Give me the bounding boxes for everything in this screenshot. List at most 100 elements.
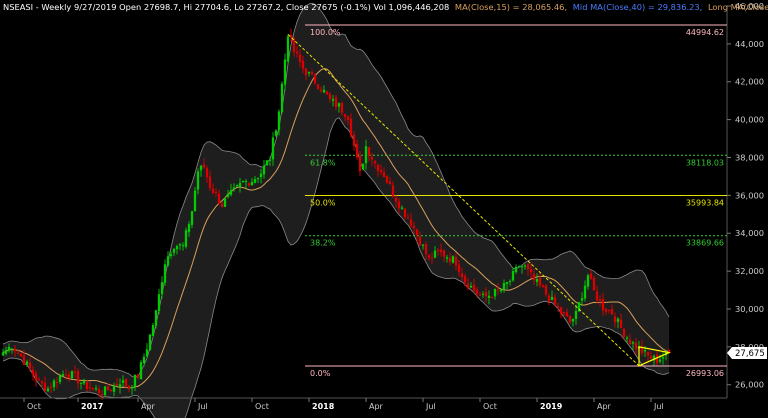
candle-body	[301, 60, 305, 69]
candle-body	[538, 278, 542, 286]
x-tick-label: Oct	[27, 402, 41, 411]
y-tick-label: 44,000	[735, 39, 764, 49]
candle-body	[136, 374, 140, 378]
candle-body	[256, 177, 260, 180]
x-tick-label: 2019	[540, 402, 563, 411]
candle-body	[517, 266, 521, 268]
x-tick-label: Apr	[597, 402, 612, 411]
candle	[103, 385, 107, 396]
candle-body	[220, 203, 224, 208]
candle-body	[562, 312, 566, 314]
candle-body	[397, 201, 401, 209]
candle-body	[619, 319, 623, 328]
candle-body	[466, 283, 470, 289]
candle-body	[523, 265, 527, 267]
candle-body	[76, 371, 80, 384]
candle-body	[310, 72, 314, 75]
candle-body	[307, 72, 311, 74]
candle-body	[184, 230, 188, 247]
candle-body	[460, 273, 464, 278]
candle-body	[457, 264, 461, 273]
candle-body	[346, 116, 350, 120]
candle-body	[376, 164, 380, 172]
candle	[193, 187, 197, 212]
candle-body	[88, 387, 92, 389]
y-tick-label: 36,000	[735, 190, 764, 200]
candle-body	[316, 84, 320, 89]
header-symbol-info: NSEASI - Weekly 9/27/2019 Open 27698.7, …	[3, 2, 449, 12]
candle-body	[601, 299, 605, 311]
candle-body	[628, 339, 632, 345]
candle-body	[421, 244, 425, 246]
candle-body	[514, 266, 518, 273]
candle-body	[97, 389, 101, 394]
candle-body	[127, 385, 131, 389]
candle	[280, 81, 284, 114]
candle-body	[25, 361, 29, 365]
candle-body	[589, 273, 593, 279]
candle-body	[157, 294, 161, 312]
candle-body	[61, 374, 65, 376]
candle-body	[598, 299, 602, 301]
candle-body	[358, 155, 362, 172]
candle-body	[520, 266, 524, 268]
candle-body	[643, 349, 647, 352]
candle-body	[439, 249, 443, 253]
candle-body	[505, 282, 509, 284]
candle-body	[199, 165, 203, 171]
candle-body	[262, 165, 266, 175]
candle-body	[355, 144, 359, 158]
candle-body	[304, 68, 308, 76]
candle-body	[436, 249, 440, 251]
candle-body	[448, 257, 452, 262]
candle-body	[445, 257, 449, 259]
candle-body	[526, 264, 530, 270]
candle-body	[655, 354, 659, 364]
candle-body	[646, 351, 650, 356]
candle-body	[46, 388, 50, 392]
candle-body	[295, 51, 299, 54]
candle-body	[226, 193, 230, 197]
candle-body	[550, 296, 554, 301]
candle-body	[553, 297, 557, 305]
candle-body	[139, 362, 143, 380]
candle-body	[412, 225, 416, 229]
x-tick-label: 2017	[81, 402, 103, 411]
candle-body	[49, 386, 53, 388]
candle-body	[67, 374, 71, 378]
candle-body	[622, 328, 626, 337]
candle-body	[433, 250, 437, 258]
candle-body	[247, 182, 251, 186]
candle-body	[175, 246, 179, 250]
candle-body	[400, 207, 404, 209]
fib-value-50: 35993.84	[686, 198, 724, 207]
candle-body	[364, 146, 368, 164]
candle	[70, 370, 74, 380]
candle-body	[292, 38, 296, 52]
candle-body	[163, 264, 167, 283]
candle	[139, 360, 143, 380]
candle-body	[124, 378, 128, 387]
candle-body	[541, 285, 545, 287]
candle-body	[469, 285, 473, 288]
candle-body	[115, 383, 119, 386]
x-tick-label: 2018	[312, 402, 335, 411]
candle-body	[406, 217, 410, 219]
candle-body	[4, 350, 8, 354]
candle-body	[58, 375, 62, 382]
candle-body	[280, 83, 284, 113]
candle-body	[10, 348, 14, 350]
candle-body	[232, 187, 236, 190]
candle-body	[283, 59, 287, 85]
candle-body	[82, 380, 86, 384]
candle-body	[16, 352, 20, 354]
candle-body	[271, 137, 275, 160]
candle-body	[112, 385, 116, 392]
candle-body	[211, 188, 215, 194]
candle-body	[181, 245, 185, 247]
y-tick-label: 32,000	[735, 266, 764, 276]
candle-body	[166, 256, 170, 266]
candle-body	[37, 379, 41, 381]
candle-body	[133, 375, 137, 387]
candle-body	[508, 280, 512, 283]
